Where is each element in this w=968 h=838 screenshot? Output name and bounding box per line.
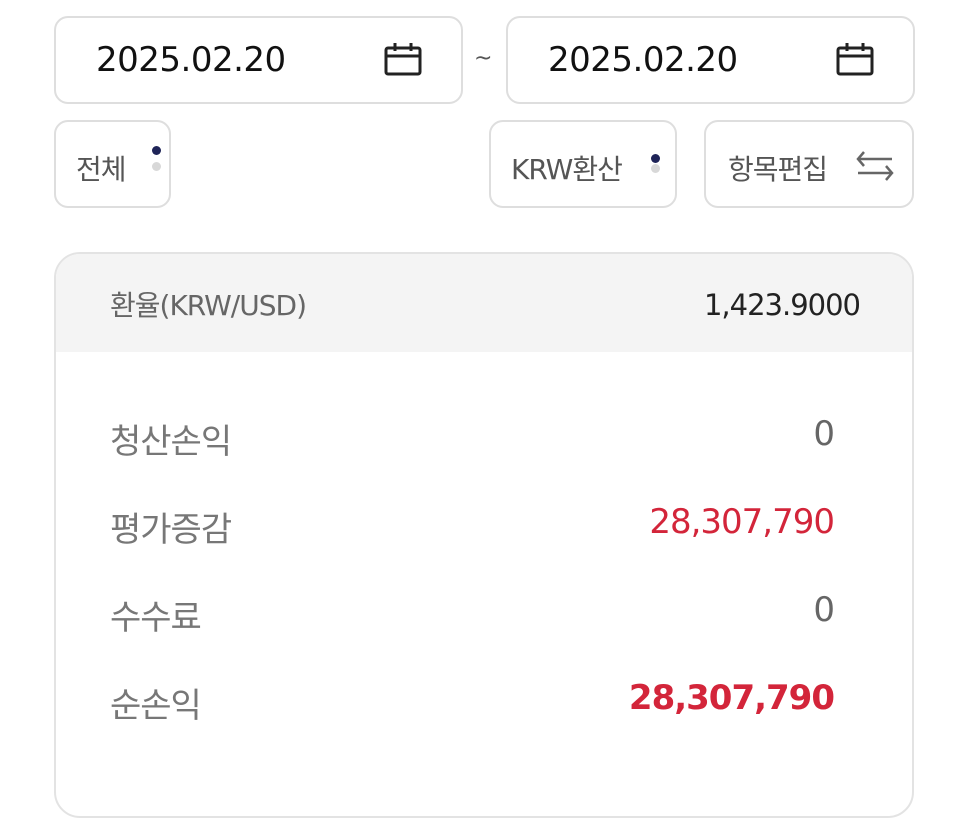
vertical-dots-icon [651, 146, 661, 186]
profit-summary-card: 환율(KRW/USD) 1,423.9000 청산손익 0 평가증감 28,30… [54, 252, 914, 818]
end-date-field[interactable]: 2025.02.20 [506, 16, 915, 104]
net-profit-label: 순손익 [110, 686, 202, 726]
krw-convert-select[interactable]: KRW환산 [489, 120, 677, 208]
start-date-field[interactable]: 2025.02.20 [54, 16, 463, 104]
date-range-separator: ~ [474, 46, 493, 71]
end-date-value: 2025.02.20 [548, 40, 738, 80]
fee-row: 수수료 0 [56, 580, 912, 640]
realized-pnl-value: 0 [813, 414, 835, 454]
valuation-change-label: 평가증감 [110, 510, 232, 550]
fee-label: 수수료 [110, 598, 202, 638]
calendar-icon[interactable] [384, 42, 422, 76]
exchange-rate-header: 환율(KRW/USD) 1,423.9000 [56, 254, 912, 352]
net-profit-value: 28,307,790 [628, 678, 835, 718]
exchange-rate-label: 환율(KRW/USD) [110, 289, 307, 322]
swap-arrows-icon [856, 151, 894, 181]
realized-pnl-label: 청산손익 [110, 422, 232, 462]
valuation-change-value: 28,307,790 [649, 502, 835, 542]
realized-pnl-row: 청산손익 0 [56, 404, 912, 464]
fee-value: 0 [813, 590, 835, 630]
category-select-label: 전체 [76, 153, 127, 186]
category-select[interactable]: 전체 [54, 120, 171, 208]
net-profit-row: 순손익 28,307,790 [56, 668, 912, 728]
edit-items-label: 항목편집 [728, 153, 828, 186]
start-date-value: 2025.02.20 [96, 40, 286, 80]
calendar-icon[interactable] [836, 42, 874, 76]
vertical-dots-icon [152, 138, 162, 178]
krw-convert-label: KRW환산 [511, 153, 623, 186]
edit-items-button[interactable]: 항목편집 [704, 120, 914, 208]
exchange-rate-value: 1,423.9000 [703, 288, 861, 322]
valuation-change-row: 평가증감 28,307,790 [56, 492, 912, 552]
